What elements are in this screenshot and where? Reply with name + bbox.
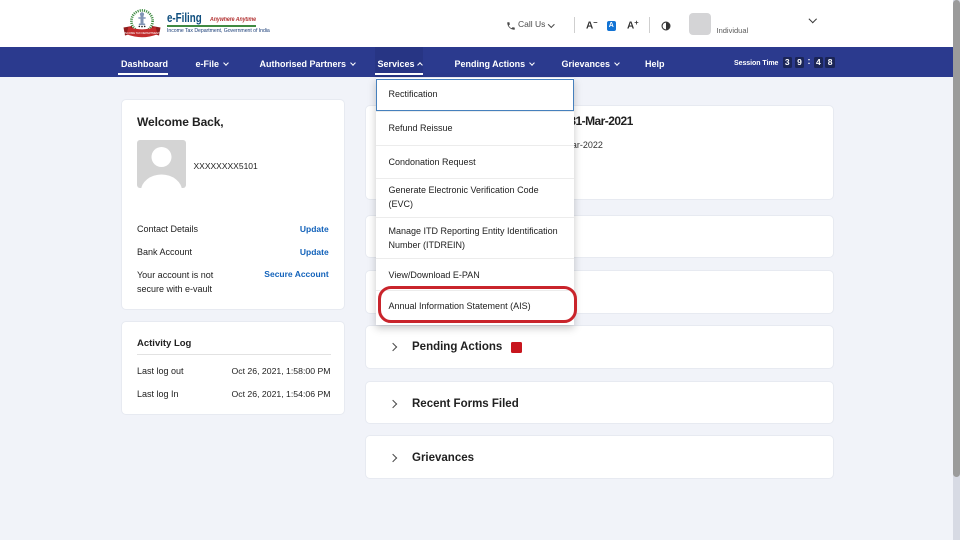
svg-text:INCOME TAX DEPARTMENT: INCOME TAX DEPARTMENT xyxy=(124,30,160,34)
